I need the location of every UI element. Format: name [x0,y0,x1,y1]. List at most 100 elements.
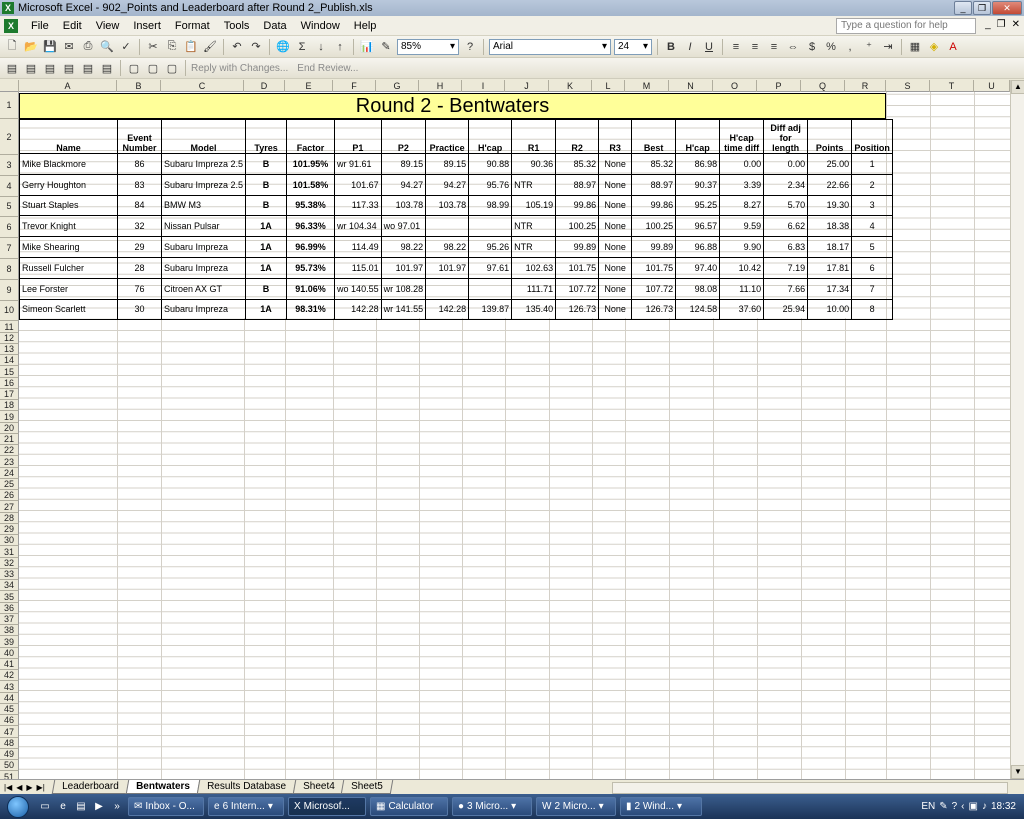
align-right-icon[interactable]: ≡ [766,39,782,55]
table-cell[interactable]: 88.97 [631,173,677,196]
table-cell[interactable]: 96.33% [286,215,336,238]
row-header[interactable]: 44 [0,692,19,704]
worksheet[interactable]: A B C D E F G H I J K L M N O P Q R S T … [0,80,1024,779]
table-cell[interactable]: None [598,236,633,258]
show-comment-icon[interactable]: ▤ [61,60,77,76]
table-cell[interactable]: wr 104.34 [334,215,382,238]
table-cell[interactable]: 107.72 [555,277,600,300]
table-cell[interactable]: 8 [851,298,894,321]
row-header[interactable]: 14 [0,355,19,367]
table-cell[interactable]: 1A [245,256,288,279]
table-cell[interactable]: 115.01 [334,256,382,279]
table-cell[interactable]: 99.89 [555,236,600,258]
table-cell[interactable]: 17.34 [807,277,853,300]
table-cell[interactable]: 99.86 [631,194,677,217]
row-header[interactable]: 7 [0,238,19,259]
tab-results-database[interactable]: Results Database [196,780,296,794]
table-cell[interactable]: 114.49 [334,236,382,258]
table-cell[interactable]: 84 [117,194,162,217]
reply-with-changes-button[interactable]: Reply with Changes... [191,63,288,74]
row-header[interactable]: 27 [0,501,19,513]
table-cell[interactable]: 1 [851,153,894,175]
row-header[interactable]: 20 [0,422,19,434]
row-header[interactable]: 29 [0,523,19,536]
tab-leaderboard[interactable]: Leaderboard [51,780,129,794]
column-header[interactable]: K [549,80,592,92]
table-cell[interactable]: 89.15 [425,153,470,175]
table-cell[interactable]: 5 [851,236,894,258]
table-cell[interactable]: 2 [851,173,894,196]
row-header[interactable]: 21 [0,433,19,446]
row-header[interactable]: 33 [0,568,19,581]
table-cell[interactable]: 98.22 [380,236,427,258]
media-icon[interactable]: ▶ [91,799,107,815]
table-cell[interactable]: 37.60 [719,298,765,321]
table-cell[interactable]: 10.42 [719,256,765,279]
menu-data[interactable]: Data [256,20,293,32]
hyperlink-icon[interactable]: 🌐 [275,39,291,55]
table-cell[interactable]: 91.06% [286,277,336,300]
row-header[interactable]: 34 [0,580,19,592]
table-cell[interactable]: 111.71 [511,277,557,300]
table-cell[interactable]: 4 [851,215,894,238]
permission-icon[interactable]: ✉ [61,39,77,55]
table-cell[interactable]: NTR [511,236,557,258]
pen-icon[interactable]: ✎ [939,801,947,812]
table-cell[interactable] [425,277,470,300]
table-cell[interactable]: None [598,194,633,217]
task-calculator[interactable]: ▦ Calculator [370,797,448,816]
table-cell[interactable]: Subaru Impreza 2.5 [160,173,247,196]
table-cell[interactable]: wr 141.55 [380,298,427,321]
table-cell[interactable]: wr 91.61 [334,153,382,175]
table-cell[interactable]: 139.87 [468,298,513,321]
column-header[interactable]: N [669,80,713,92]
column-header[interactable]: L [592,80,625,92]
clock[interactable]: 18:32 [991,801,1016,812]
column-header-cell[interactable]: Position [851,119,894,154]
menu-window[interactable]: Window [294,20,347,32]
table-cell[interactable]: 2.34 [763,173,809,196]
table-cell[interactable]: 100.25 [631,215,677,238]
table-cell[interactable]: 95.76 [468,173,513,196]
table-cell[interactable]: 1A [245,236,288,258]
row-header[interactable]: 24 [0,467,19,479]
cut-icon[interactable]: ✂ [145,39,161,55]
table-cell[interactable]: Subaru Impreza [160,236,247,258]
table-cell[interactable]: Gerry Houghton [19,173,118,196]
menu-format[interactable]: Format [168,20,217,32]
doc-close-button[interactable]: ✕ [1012,19,1020,30]
table-cell[interactable]: 9.59 [719,215,765,238]
table-cell[interactable]: B [245,277,288,300]
table-cell[interactable]: 99.89 [631,236,677,258]
tab-bentwaters[interactable]: Bentwaters [125,780,200,794]
row-header[interactable]: 12 [0,332,19,344]
currency-icon[interactable]: $ [804,39,820,55]
row-header[interactable]: 8 [0,259,19,280]
table-cell[interactable]: 97.61 [468,256,513,279]
row-header[interactable]: 50 [0,760,19,772]
column-header-cell[interactable]: R3 [598,119,633,154]
table-cell[interactable]: 99.86 [555,194,600,217]
table-cell[interactable]: 101.75 [555,256,600,279]
row-header[interactable]: 11 [0,321,19,333]
column-header[interactable]: G [376,80,419,92]
table-cell[interactable]: 25.94 [763,298,809,321]
quicklaunch-overflow-icon[interactable]: » [109,799,125,815]
share-icon[interactable]: ▢ [164,60,180,76]
align-center-icon[interactable]: ≡ [747,39,763,55]
print-icon[interactable]: ⎙ [80,39,96,55]
table-cell[interactable]: 7.19 [763,256,809,279]
table-cell[interactable]: 11.10 [719,277,765,300]
table-cell[interactable]: 3.39 [719,173,765,196]
table-cell[interactable]: Subaru Impreza 2.5 [160,153,247,175]
borders-icon[interactable]: ▦ [907,39,923,55]
table-cell[interactable]: 32 [117,215,162,238]
align-left-icon[interactable]: ≡ [728,39,744,55]
column-header[interactable]: I [462,80,505,92]
row-header[interactable]: 10 [0,300,19,322]
doc-minimize-button[interactable]: _ [985,19,991,30]
table-cell[interactable]: B [245,194,288,217]
table-cell[interactable]: Subaru Impreza [160,256,247,279]
task-micro-3[interactable]: ● 3 Micro... ▾ [452,797,532,816]
increase-decimal-icon[interactable]: ⁺ [861,39,877,55]
